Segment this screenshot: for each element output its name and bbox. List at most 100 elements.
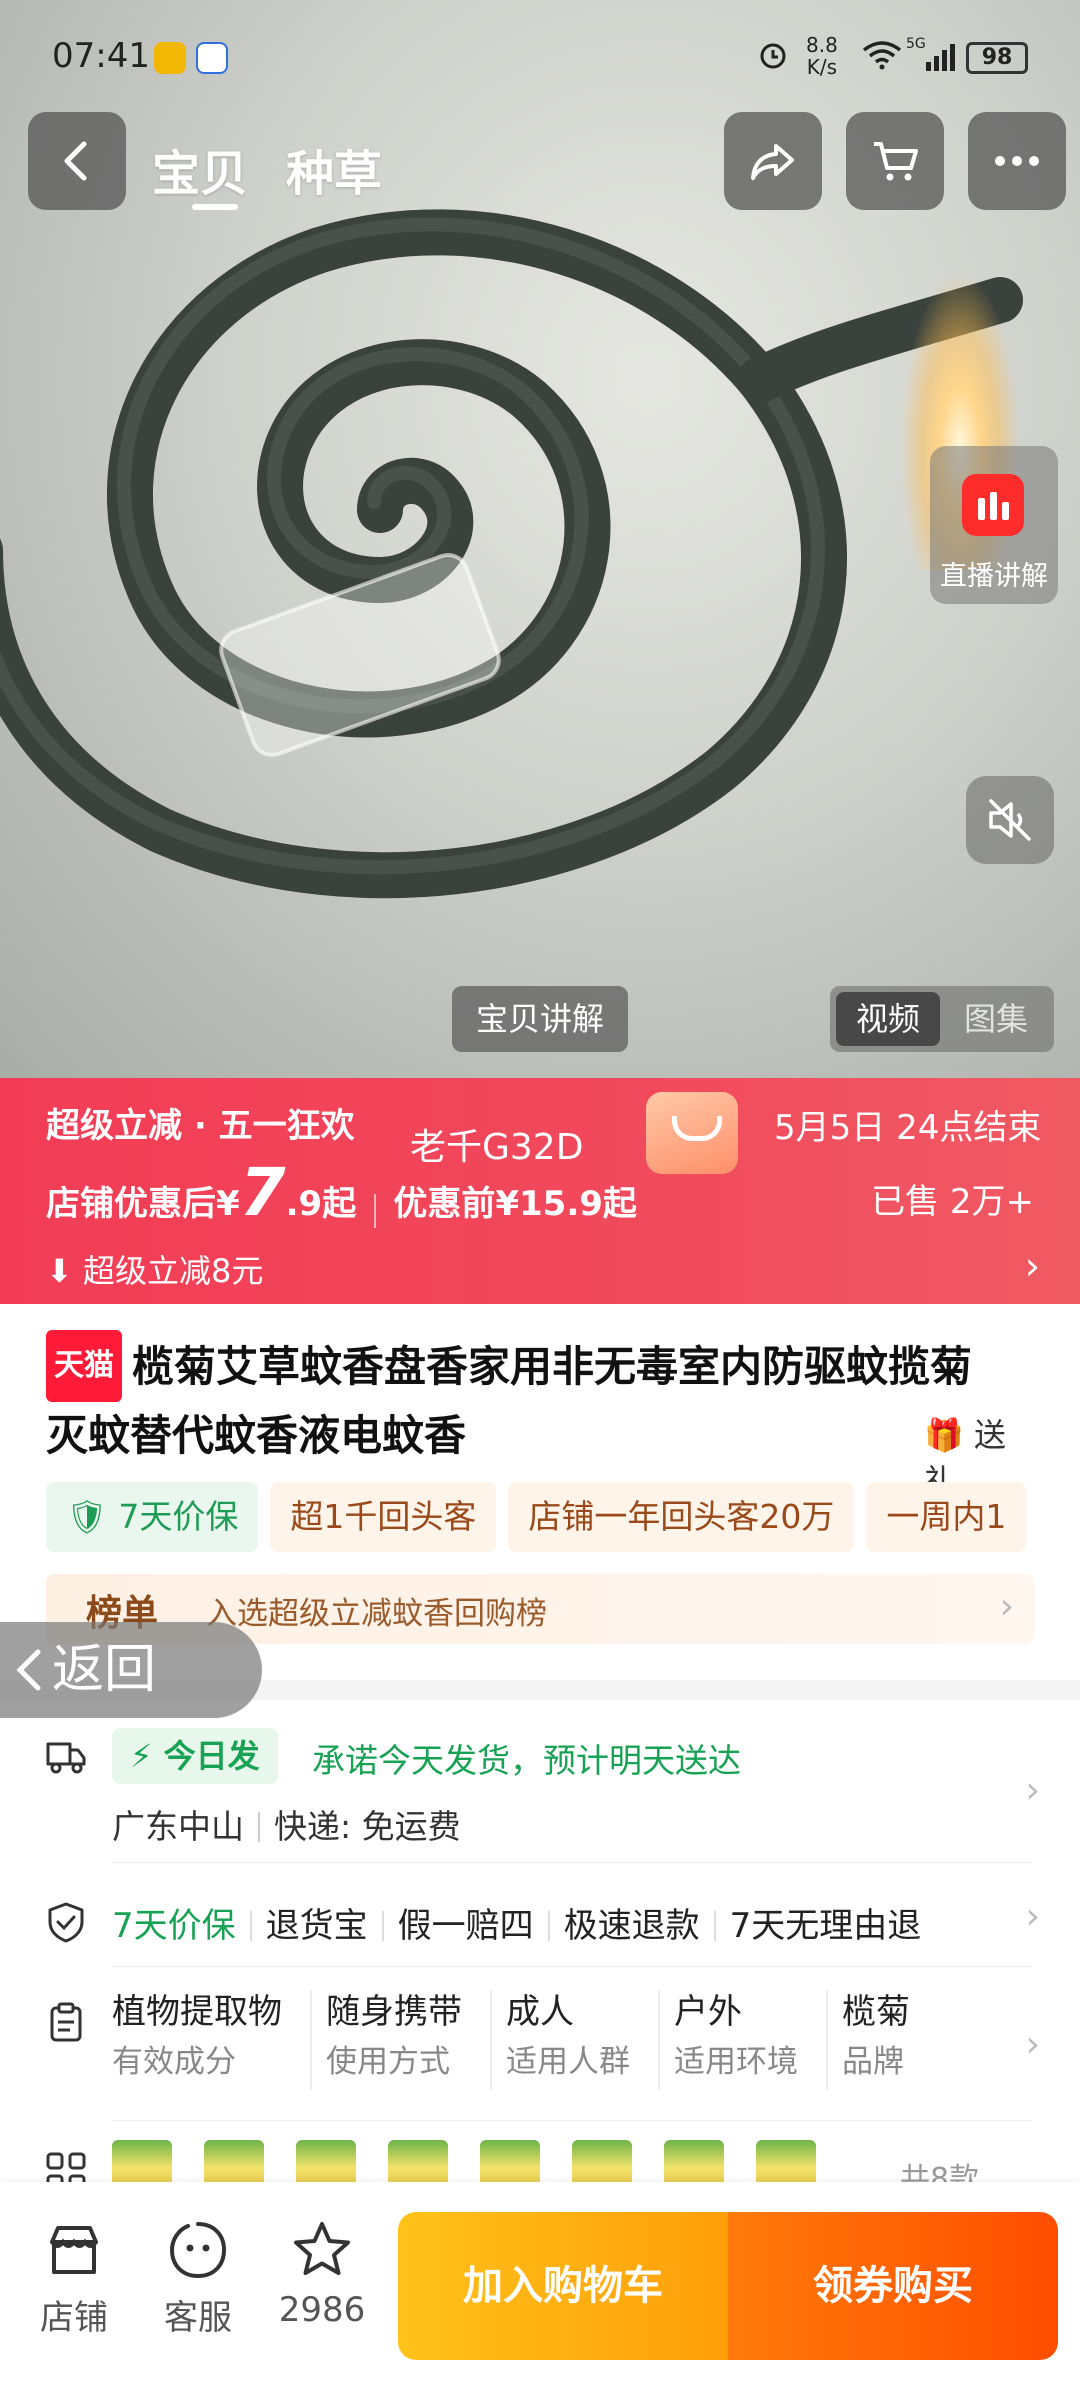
before-discount-label: 优惠前 [393,1184,496,1224]
shop-icon [50,2226,98,2274]
variant-thumbnail[interactable] [112,2140,172,2186]
tab-zhongcao[interactable]: 种草 [286,134,382,204]
guarantee-item: 假一赔四 [397,1906,534,1946]
attribute-item: 成人 适用人群 [506,1990,660,2090]
variant-thumbnail[interactable] [664,2140,724,2186]
attribute-key: 使用方式 [326,2044,450,2080]
chevron-right-icon: › [999,1586,1014,1627]
favorite-count: 2986 [278,2290,366,2330]
media-tab-gallery[interactable]: 图集 [944,992,1048,1046]
chevron-left-icon [16,1649,41,1691]
promo-footer-text: 超级立减8元 [82,1252,264,1290]
favorite-button[interactable]: 2986 [272,2218,372,2330]
promo-price-row: 店铺优惠后¥7.9起 优惠前¥15.9起 [46,1154,637,1231]
product-title-block: 天猫 榄菊艾草蚊香盘香家用非无毒室内防驱蚊揽菊灭蚊替代蚊香液电蚊香 🎁 送礼 [46,1330,1036,1500]
shop-button[interactable]: 店铺 [24,2218,124,2339]
gift-icon: 🎁 [924,1416,964,1454]
shopping-bag-icon [646,1092,738,1174]
delivery-truck-icon [46,1742,86,1774]
attribute-key: 适用人群 [506,2044,630,2080]
price-separator [373,1193,376,1228]
row-divider [112,2120,1032,2121]
network-speed-unit: K/s [806,55,838,79]
guarantee-item: 退货宝 [265,1906,368,1946]
ship-today-label: 今日发 [163,1737,260,1775]
media-tab-video[interactable]: 视频 [836,992,940,1046]
signal-type: 5G [906,36,926,52]
more-button[interactable] [968,112,1066,210]
attribute-key: 适用环境 [674,2044,798,2080]
separator [249,1911,252,1941]
promo-title: 超级立减 · 五一狂欢 [46,1106,355,1146]
cart-icon [874,142,918,181]
battery-indicator: 98 [966,42,1028,74]
after-discount-label: 店铺优惠后 [46,1184,216,1224]
shield-app-icon [196,42,228,74]
variant-thumbnail[interactable] [296,2140,356,2186]
variant-thumbnail[interactable] [388,2140,448,2186]
ship-today-badge: ⚡ 今日发 [112,1728,278,1784]
live-explain-label: 直播讲解 [940,561,1048,592]
signal-icon [926,44,955,71]
variant-thumbnail[interactable] [480,2140,540,2186]
floating-back-button[interactable]: 返回 [0,1622,262,1718]
separator [713,1911,716,1941]
clipboard-icon [50,2002,82,2042]
add-to-cart-button[interactable]: 加入购物车 [398,2212,728,2360]
network-speed-value: 8.8 [806,33,838,57]
network-speed: 8.8 K/s [806,34,838,78]
media-switch: 视频 图集 [830,986,1054,1052]
attribute-key: 品牌 [842,2044,904,2080]
tag-price-protect[interactable]: 🛡 7天价保 [46,1482,259,1552]
ship-origin: 广东中山 [112,1807,244,1846]
attribute-value: 随身携带 [326,1992,462,2032]
attribute-value: 植物提取物 [112,1992,282,2032]
ranking-text: 入选超级立减蚊香回购榜 [206,1596,547,1632]
muted-speaker-icon [989,799,1031,841]
coupon-buy-button[interactable]: 领券购买 [728,2212,1058,2360]
attribute-value: 榄菊 [842,1992,910,2032]
shield-check-icon: 🛡 [66,1497,119,1536]
row-divider [112,1966,1032,1967]
chevron-right-icon: › [1025,2024,1040,2065]
guarantee-item: 极速退款 [563,1906,700,1946]
promo-band[interactable]: 超级立减 · 五一狂欢 老千G32D 5月5日 24点结束 店铺优惠后¥7.9起… [0,1078,1080,1304]
cart-button[interactable] [846,112,944,210]
row-divider [112,1862,1032,1863]
product-title-text: 榄菊艾草蚊香盘香家用非无毒室内防驱蚊揽菊灭蚊替代蚊香液电蚊香 [46,1342,973,1460]
product-detail-page: 07:41 8.8 K/s 5G 98 宝贝 种草 直播讲解 宝贝讲解 视频 图… [0,0,1080,2388]
separator [258,1812,260,1842]
more-icon [995,156,1039,166]
wifi-icon [862,41,902,70]
chevron-right-icon: › [1025,1770,1040,1811]
before-price-suffix: 起 [602,1184,637,1224]
product-media-hero[interactable]: 07:41 8.8 K/s 5G 98 宝贝 种草 直播讲解 宝贝讲解 视频 图… [0,0,1080,1078]
status-bar: 07:41 8.8 K/s 5G 98 [0,0,1080,110]
price-decimal: .9 [285,1184,323,1224]
chevron-right-icon: › [1025,1896,1040,1937]
product-title: 天猫 榄菊艾草蚊香盘香家用非无毒室内防驱蚊揽菊灭蚊替代蚊香液电蚊香 [46,1330,976,1470]
product-explain-button[interactable]: 宝贝讲解 [452,986,628,1052]
guarantee-list: 7天价保 退货宝 假一赔四 极速退款 7天无理由退 [112,1898,978,1947]
attribute-list: 植物提取物 有效成分 随身携带 使用方式 成人 适用人群 户外 适用环境 榄菊 品牌 [112,1990,978,2100]
mute-button[interactable] [966,776,1054,864]
shield-check-icon [48,1902,84,1943]
variant-thumbnails [112,2140,852,2186]
variant-thumbnail[interactable] [204,2140,264,2186]
share-button[interactable] [724,112,822,210]
live-explain-button[interactable]: 直播讲解 [930,446,1058,604]
back-button[interactable] [28,112,126,210]
variant-thumbnail[interactable] [572,2140,632,2186]
tag-repeat-customers[interactable]: 超1千回头客 [270,1482,497,1552]
attribute-item: 榄菊 品牌 [842,1990,938,2090]
variant-thumbnail[interactable] [756,2140,816,2186]
tag-shop-repeat[interactable]: 店铺一年回头客20万 [508,1482,855,1552]
chevron-right-icon: › [1024,1244,1040,1288]
tab-baobei[interactable]: 宝贝 [152,134,248,210]
customer-service-button[interactable]: 客服 [148,2218,248,2339]
price-integer: 7 [239,1154,286,1231]
tag-week[interactable]: 一周内1 [866,1482,1027,1552]
chat-face-icon [169,2222,227,2279]
attribute-item: 随身携带 使用方式 [326,1990,492,2090]
live-icon [962,474,1024,536]
